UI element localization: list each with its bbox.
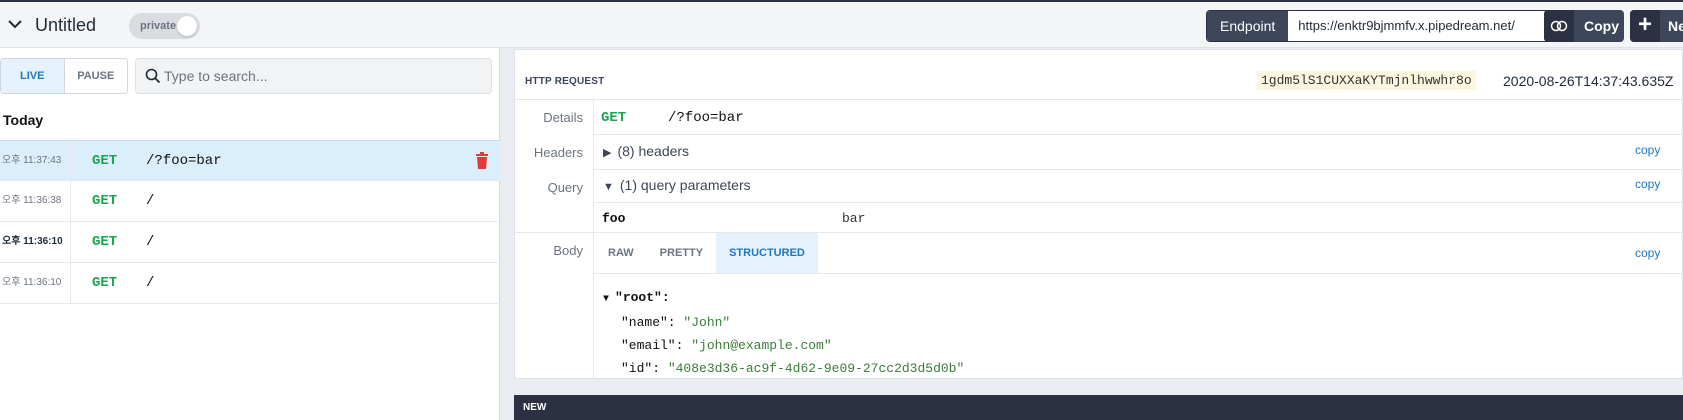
request-id[interactable]: 1gdm5lS1CUXXaKYTmjnlhwwhr8o	[1257, 71, 1476, 90]
http-request-label: HTTP REQUEST	[525, 76, 605, 87]
search-icon	[145, 68, 161, 84]
copy-query-link[interactable]: copy	[1635, 177, 1660, 191]
tree-key: "name":	[621, 315, 676, 330]
new-button[interactable]: + New	[1630, 10, 1683, 42]
request-method: GET	[92, 193, 118, 209]
link-icon	[1544, 10, 1574, 42]
new-section-label: NEW	[523, 402, 547, 413]
detail-path: /?foo=bar	[668, 110, 744, 126]
request-path: /	[146, 275, 155, 291]
query-param-value: bar	[842, 211, 866, 226]
tree-key: "id":	[621, 361, 661, 376]
headers-summary: (8) headers	[617, 143, 690, 159]
endpoint-url-field[interactable]: https://enktr9bjmmfv.x.pipedream.net/	[1288, 11, 1557, 41]
tree-value: "john@example.com"	[691, 338, 832, 353]
request-row[interactable]: 오후 11:37:43 GET /?foo=bar	[0, 140, 500, 181]
private-toggle[interactable]: private	[129, 13, 200, 39]
private-label: private	[140, 20, 177, 32]
request-time: 오후 11:37:43	[0, 141, 71, 181]
request-path: /?foo=bar	[146, 153, 222, 169]
divider	[594, 169, 1683, 170]
request-method: GET	[92, 275, 118, 291]
tree-key: "email":	[621, 338, 684, 353]
card-header: HTTP REQUEST 1gdm5lS1CUXXaKYTmjnlhwwhr8o…	[515, 50, 1683, 100]
new-button-label: New	[1668, 18, 1683, 34]
tab-structured[interactable]: STRUCTURED	[716, 233, 818, 273]
body-label: Body	[553, 243, 583, 258]
search-input[interactable]	[164, 59, 484, 93]
copy-headers-link[interactable]: copy	[1635, 143, 1660, 157]
section-labels: Details Headers Query Body	[515, 100, 594, 380]
request-row[interactable]: 오후 11:36:38 GET /	[0, 181, 500, 222]
endpoint-group: Endpoint https://enktr9bjmmfv.x.pipedrea…	[1206, 10, 1558, 42]
request-method: GET	[92, 153, 118, 169]
divider	[594, 202, 1683, 203]
detail-method: GET	[601, 110, 627, 126]
request-row[interactable]: 오후 11:36:10 GET /	[0, 263, 500, 304]
divider	[594, 273, 1683, 274]
request-path: /	[146, 193, 155, 209]
request-timestamp: 2020-08-26T14:37:43.635Z	[1503, 73, 1674, 89]
request-method: GET	[92, 234, 118, 250]
request-detail-card: HTTP REQUEST 1gdm5lS1CUXXaKYTmjnlhwwhr8o…	[514, 49, 1683, 380]
page-title[interactable]: Untitled	[35, 15, 96, 36]
caret-down-icon[interactable]: ▼	[603, 294, 615, 305]
details-label: Details	[543, 110, 583, 125]
body-tabs: RAW PRETTY STRUCTURED	[595, 233, 818, 273]
tree-value: "John"	[683, 315, 731, 330]
trash-icon[interactable]	[475, 152, 489, 169]
query-label: Query	[547, 180, 583, 195]
request-list: 오후 11:37:43 GET /?foo=bar 오후 11:36:38 GE…	[0, 140, 500, 304]
pause-button[interactable]: PAUSE	[64, 59, 127, 93]
live-button[interactable]: LIVE	[1, 59, 65, 93]
request-time: 오후 11:36:10	[0, 222, 71, 262]
query-expander[interactable]: ▼ (1) query parameters	[603, 177, 751, 193]
group-label: Today	[3, 112, 44, 128]
request-path: /	[146, 234, 155, 250]
tab-pretty[interactable]: PRETTY	[647, 233, 716, 273]
query-param-key: foo	[602, 211, 626, 226]
top-bar: Untitled private Endpoint https://enktr9…	[0, 0, 1683, 48]
chevron-down-icon[interactable]	[6, 15, 24, 33]
plus-icon: +	[1630, 10, 1660, 42]
request-list-panel: LIVE PAUSE Today 오후 11:37:43 GET /?foo=b…	[0, 48, 500, 420]
tree-value: "408e3d36-ac9f-4d62-9e09-27cc2d3d5d0b"	[667, 361, 965, 376]
request-time: 오후 11:36:38	[0, 181, 71, 221]
caret-down-icon: ▼	[603, 181, 614, 193]
tab-raw[interactable]: RAW	[595, 233, 647, 273]
new-section-header: NEW	[514, 395, 1683, 420]
copy-button-label: Copy	[1584, 18, 1619, 34]
request-time: 오후 11:36:10	[0, 263, 71, 303]
live-pause-toggle: LIVE PAUSE	[0, 58, 128, 94]
divider	[594, 134, 1683, 135]
toggle-knob	[177, 16, 197, 36]
endpoint-label: Endpoint	[1207, 11, 1289, 41]
body-tree: ▼ "root": "name": "John" "email": "john@…	[603, 286, 964, 380]
headers-expander[interactable]: ▶ (8) headers	[603, 143, 689, 159]
tree-root-key: "root":	[615, 290, 670, 305]
headers-label: Headers	[533, 145, 583, 160]
copy-button[interactable]: Copy	[1544, 10, 1624, 42]
copy-body-link[interactable]: copy	[1635, 246, 1660, 260]
query-summary: (1) query parameters	[619, 177, 751, 193]
search-box	[135, 58, 492, 94]
caret-right-icon: ▶	[603, 147, 612, 159]
request-row[interactable]: 오후 11:36:10 GET /	[0, 222, 500, 263]
